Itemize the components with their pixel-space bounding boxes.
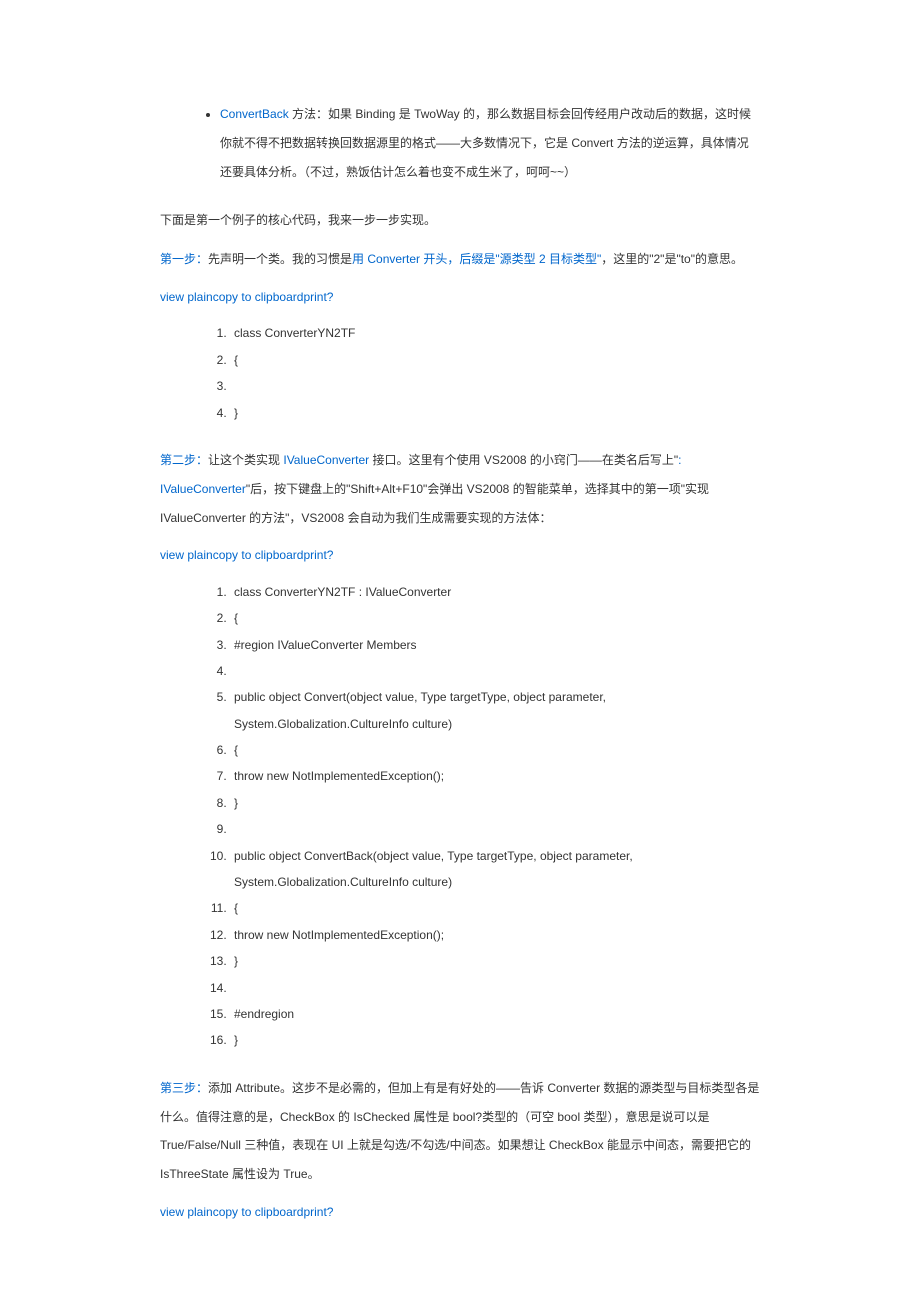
step1-paragraph: 第一步：先声明一个类。我的习惯是用 Converter 开头，后缀是"源类型 2… <box>160 245 760 274</box>
step3-label: 第三步： <box>160 1081 208 1095</box>
intro-paragraph: 下面是第一个例子的核心代码，我来一步一步实现。 <box>160 206 760 235</box>
code-line: class ConverterYN2TF : IValueConverter <box>230 579 760 605</box>
help-link[interactable]: ? <box>327 1205 334 1219</box>
code-line: throw new NotImplementedException(); <box>230 763 760 789</box>
step2-text1: 让这个类实现 <box>208 453 283 467</box>
code-line: { <box>230 737 760 763</box>
step2-paragraph: 第二步：让这个类实现 IValueConverter 接口。这里有个使用 VS2… <box>160 446 760 532</box>
code-block-1: class ConverterYN2TF { } <box>160 320 760 426</box>
bullet-list: ConvertBack 方法：如果 Binding 是 TwoWay 的，那么数… <box>160 100 760 186</box>
code-line: { <box>230 895 760 921</box>
step2-text2: 接口。这里有个使用 VS2008 的小窍门——在类名后写上" <box>369 453 678 467</box>
help-link[interactable]: ? <box>327 290 334 304</box>
print-link[interactable]: print <box>303 548 326 562</box>
code-line: } <box>230 400 760 426</box>
copy-link[interactable]: copy to clipboard <box>213 290 304 304</box>
step1-link: 用 Converter 开头，后缀是"源类型 2 目标类型" <box>352 252 601 266</box>
copy-link[interactable]: copy to clipboard <box>213 1205 304 1219</box>
code-line: } <box>230 1027 760 1053</box>
step1-text-after: ，这里的"2"是"to"的意思。 <box>601 252 743 266</box>
code-line: } <box>230 790 760 816</box>
code-line <box>230 975 760 1001</box>
copy-link[interactable]: copy to clipboard <box>213 548 304 562</box>
view-plain-link[interactable]: view plain <box>160 290 213 304</box>
code-line: #region IValueConverter Members <box>230 632 760 658</box>
step3-text: 添加 Attribute。这步不是必需的，但加上有是有好处的——告诉 Conve… <box>160 1081 759 1181</box>
convertback-method-link[interactable]: ConvertBack <box>220 107 289 121</box>
view-plain-link[interactable]: view plain <box>160 1205 213 1219</box>
code-line: class ConverterYN2TF <box>230 320 760 346</box>
print-link[interactable]: print <box>303 1205 326 1219</box>
code-line <box>230 816 760 842</box>
code-line: public object ConvertBack(object value, … <box>230 843 760 896</box>
step1-text-before: 先声明一个类。我的习惯是 <box>208 252 352 266</box>
help-link[interactable]: ? <box>327 548 334 562</box>
convertback-text: 方法：如果 Binding 是 TwoWay 的，那么数据目标会回传经用户改动后… <box>220 107 751 179</box>
code-line <box>230 658 760 684</box>
code-line: #endregion <box>230 1001 760 1027</box>
view-plain-link[interactable]: view plain <box>160 548 213 562</box>
view-links-1: view plaincopy to clipboardprint? <box>160 284 760 310</box>
code-line <box>230 373 760 399</box>
code-block-2: class ConverterYN2TF : IValueConverter {… <box>160 579 760 1054</box>
view-links-3: view plaincopy to clipboardprint? <box>160 1199 760 1225</box>
step3-paragraph: 第三步：添加 Attribute。这步不是必需的，但加上有是有好处的——告诉 C… <box>160 1074 760 1189</box>
code-line: throw new NotImplementedException(); <box>230 922 760 948</box>
code-line: { <box>230 347 760 373</box>
print-link[interactable]: print <box>303 290 326 304</box>
step2-link1: IValueConverter <box>283 453 369 467</box>
code-line: public object Convert(object value, Type… <box>230 684 760 737</box>
view-links-2: view plaincopy to clipboardprint? <box>160 542 760 568</box>
step2-label: 第二步： <box>160 453 208 467</box>
code-line: { <box>230 605 760 631</box>
bullet-item-convertback: ConvertBack 方法：如果 Binding 是 TwoWay 的，那么数… <box>220 100 760 186</box>
step1-label: 第一步： <box>160 252 208 266</box>
code-line: } <box>230 948 760 974</box>
